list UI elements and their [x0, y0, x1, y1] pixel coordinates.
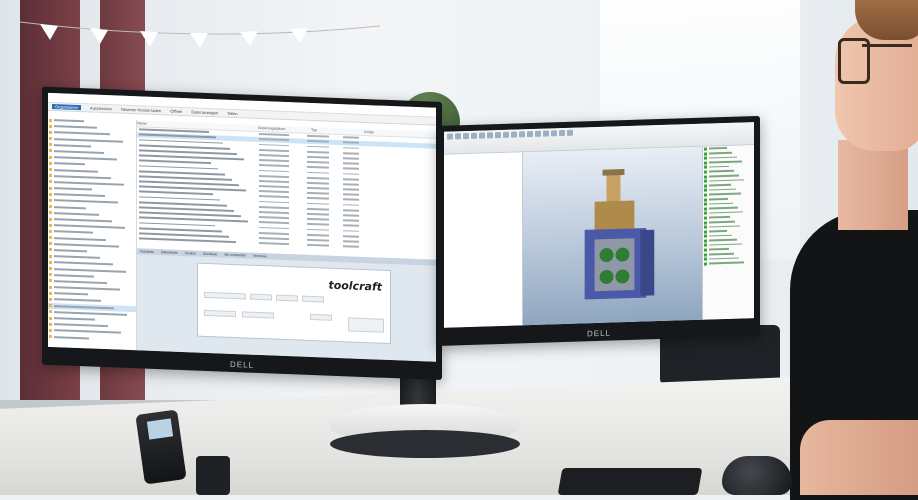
- ribbon-tab[interactable]: Organisieren: [52, 104, 81, 111]
- tool-icon[interactable]: [559, 130, 565, 137]
- model-tree: [444, 152, 523, 328]
- feature-panel: [702, 145, 754, 320]
- tool-icon[interactable]: [551, 130, 557, 137]
- form-field[interactable]: [204, 309, 236, 318]
- form-field[interactable]: [204, 291, 246, 300]
- cad-toolbar: [444, 122, 754, 142]
- ribbon-tab[interactable]: Teilen: [227, 111, 237, 116]
- model-part: [594, 200, 635, 232]
- panel-tab[interactable]: Vorschau: [140, 249, 154, 254]
- tool-icon[interactable]: [527, 131, 533, 138]
- form-field[interactable]: [276, 294, 298, 302]
- form-field[interactable]: [348, 317, 384, 333]
- 3d-viewport[interactable]: [523, 146, 702, 326]
- tool-icon[interactable]: [511, 131, 517, 138]
- toolcraft-panel: Vorschau Datenkarte Version Stückliste W…: [137, 248, 436, 362]
- bunting-decoration: [20, 21, 380, 48]
- tool-icon[interactable]: [543, 130, 549, 137]
- form-field[interactable]: [310, 313, 332, 321]
- person-arm: [800, 420, 918, 495]
- toolcraft-logo: toolcraft: [328, 278, 382, 294]
- keyboard: [557, 468, 703, 495]
- file-explorer-window: Organisieren Auschecken Neueste Version …: [48, 92, 436, 362]
- panel-tab[interactable]: Stückliste: [203, 252, 218, 257]
- left-monitor: Organisieren Auschecken Neueste Version …: [42, 86, 442, 381]
- tool-icon[interactable]: [447, 133, 453, 140]
- navigation-pane: [48, 116, 137, 351]
- tool-icon[interactable]: [455, 133, 461, 140]
- tool-icon[interactable]: [471, 132, 477, 139]
- cad-window: [444, 122, 754, 328]
- tool-icon[interactable]: [487, 132, 493, 139]
- tool-icon[interactable]: [519, 131, 525, 138]
- right-monitor: DELL: [438, 115, 760, 347]
- second-phone: [196, 456, 230, 495]
- tool-icon[interactable]: [567, 129, 573, 136]
- form-field[interactable]: [250, 293, 272, 301]
- feature-item[interactable]: [703, 260, 754, 266]
- form-field[interactable]: [242, 311, 274, 319]
- tool-icon[interactable]: [535, 130, 541, 137]
- panel-tab[interactable]: Datenkarte: [161, 250, 178, 255]
- tool-icon[interactable]: [495, 132, 501, 139]
- ribbon-tab[interactable]: Neueste Version laden: [121, 107, 161, 114]
- phone-screen: [146, 418, 174, 440]
- file-list: Name Änderungsdatum Typ Größe: [137, 120, 436, 260]
- ribbon-tab[interactable]: Öffnen: [170, 109, 182, 114]
- tool-icon[interactable]: [503, 131, 509, 138]
- file-rows: [137, 127, 436, 253]
- panel-tab[interactable]: Verweise: [253, 254, 267, 259]
- glasses-arm: [862, 44, 912, 47]
- person-neck: [838, 140, 908, 230]
- model-part: [602, 169, 625, 176]
- monitor-stand-base: [330, 430, 520, 458]
- data-card-form: toolcraft: [197, 262, 391, 345]
- tool-icon[interactable]: [479, 132, 485, 139]
- computer-mouse: [722, 456, 792, 495]
- form-field[interactable]: [302, 295, 324, 303]
- model-part: [606, 173, 621, 204]
- ribbon-tab[interactable]: Auschecken: [90, 105, 112, 111]
- 3d-model: [584, 169, 655, 300]
- tool-icon[interactable]: [463, 133, 469, 140]
- model-part: [640, 229, 655, 296]
- model-part: [594, 238, 635, 292]
- panel-tab[interactable]: Version: [185, 251, 196, 255]
- ribbon-tab[interactable]: Datei anzeigen: [191, 109, 218, 115]
- panel-tab[interactable]: Wo verwendet: [224, 253, 246, 258]
